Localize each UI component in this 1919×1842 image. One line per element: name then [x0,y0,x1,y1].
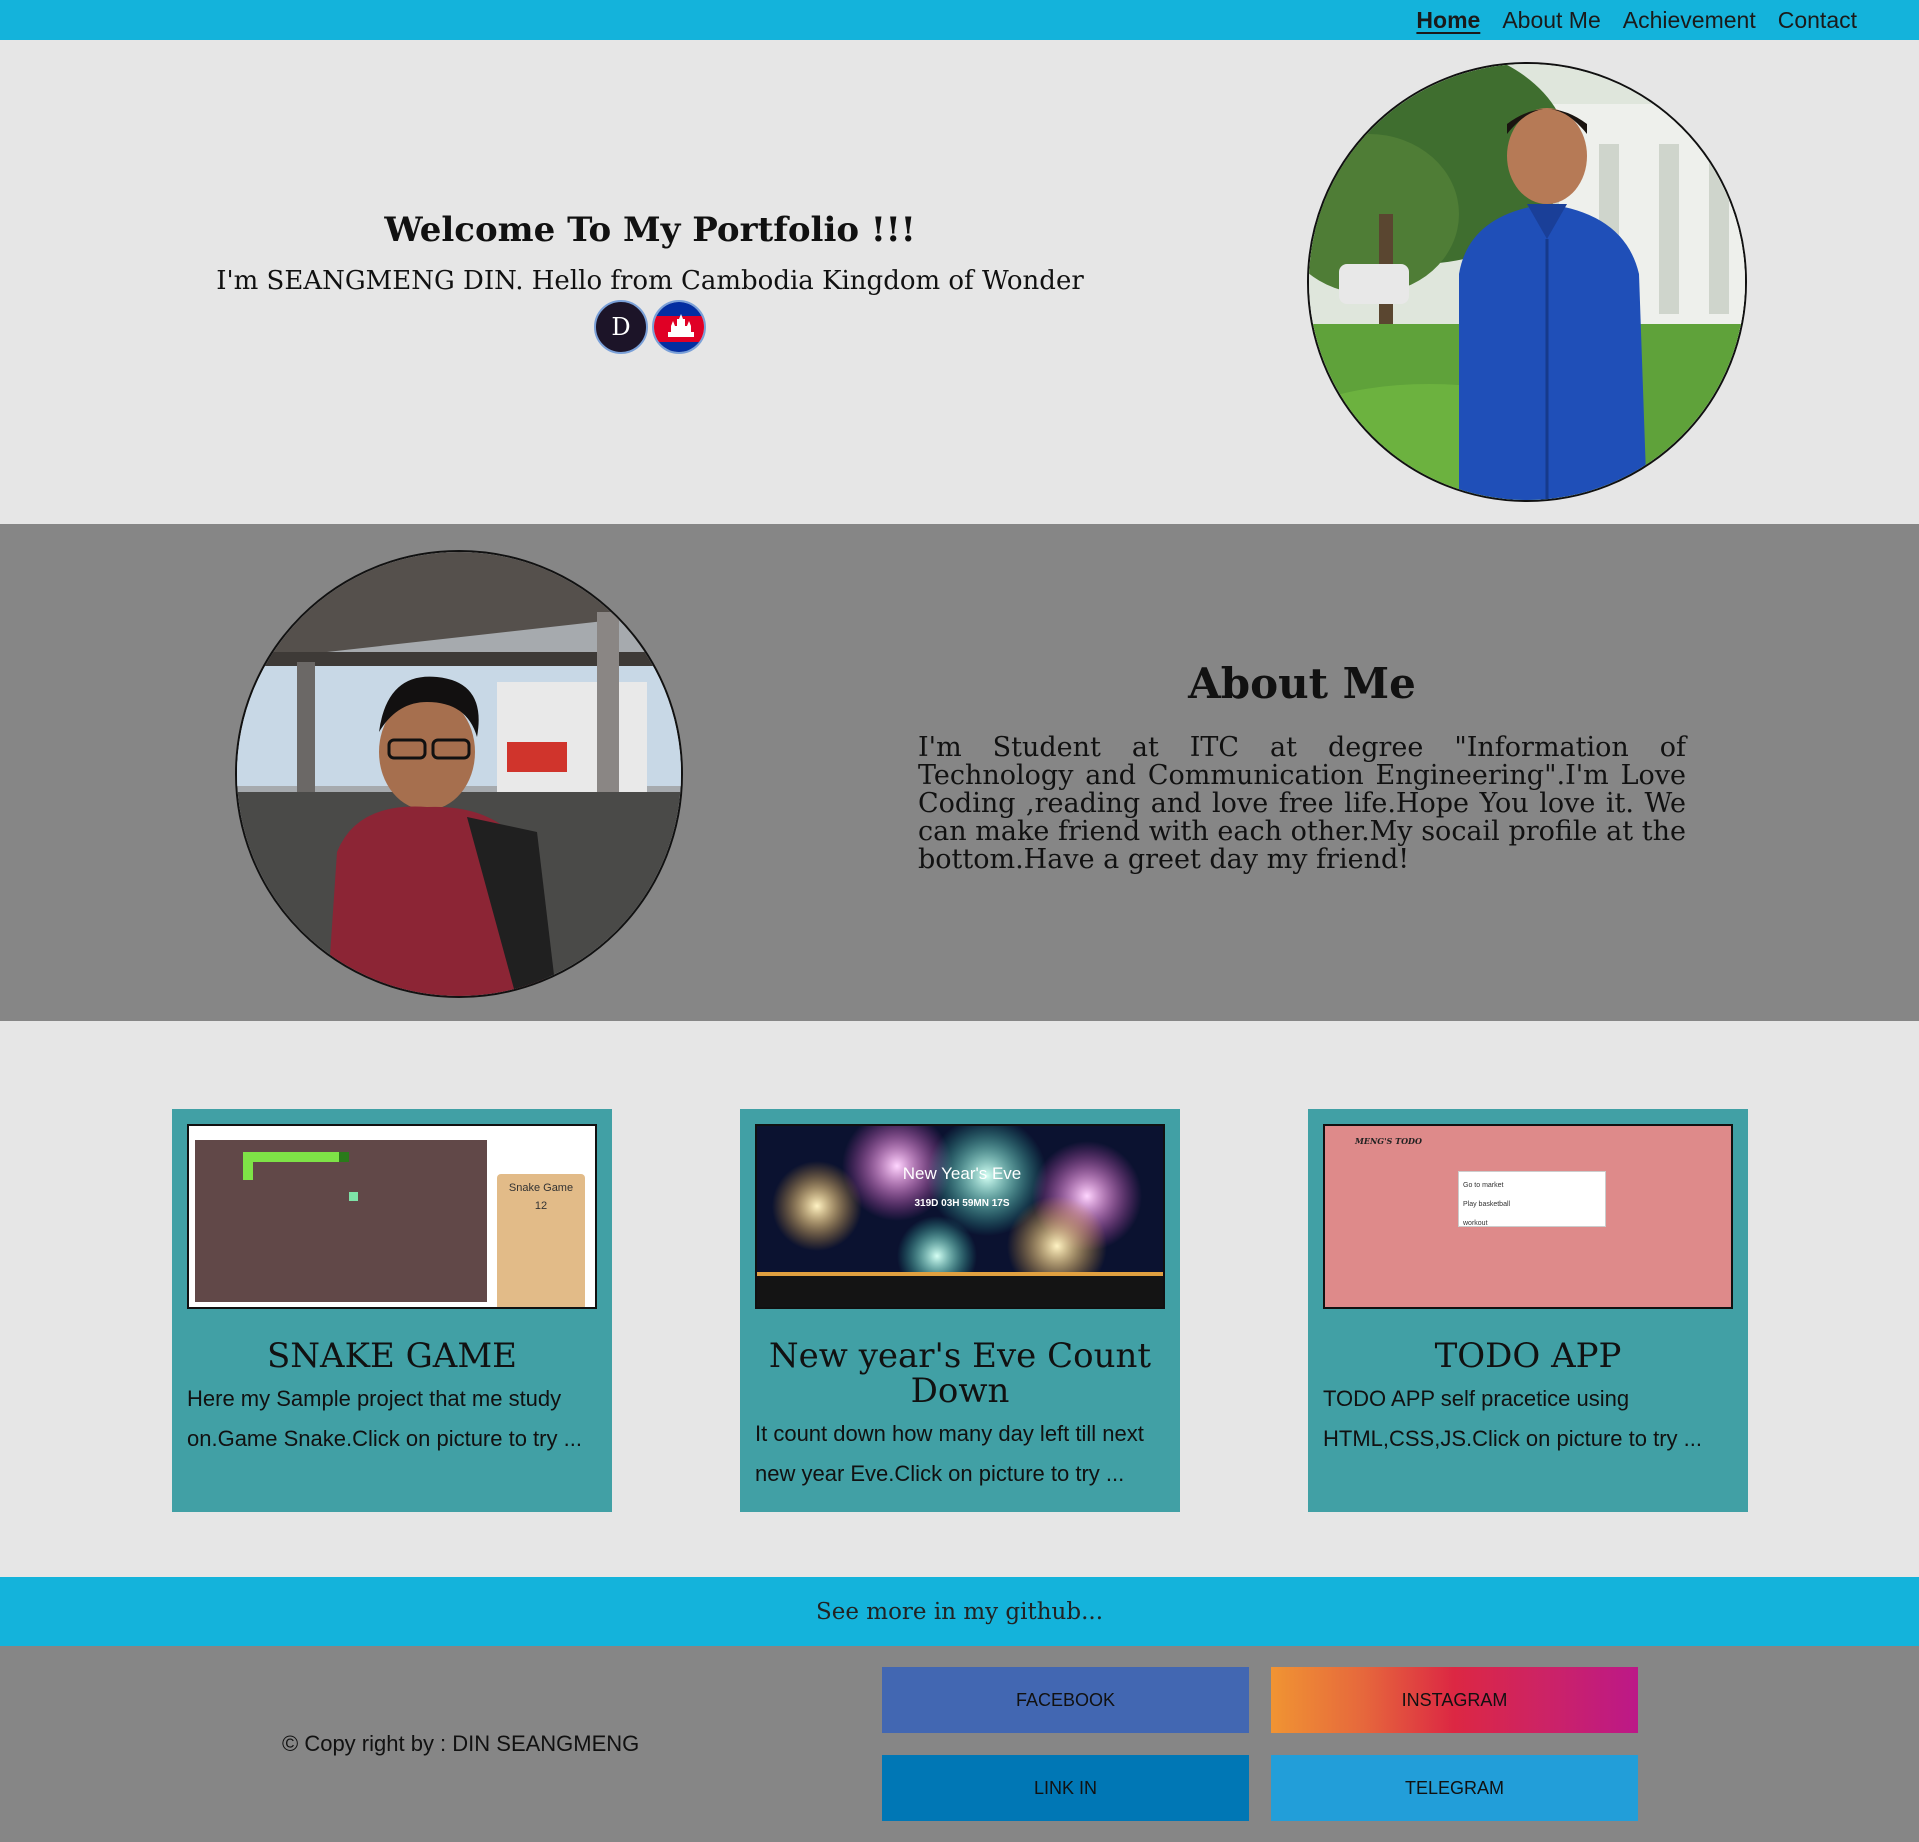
nav-about-me[interactable]: About Me [1502,7,1600,34]
project-desc-snake: Here my Sample project that me study on.… [187,1386,582,1451]
instagram-button[interactable]: INSTAGRAM [1271,1667,1638,1733]
project-title-todo: TODO APP [1434,1336,1622,1376]
hero-section: Welcome To My Portfolio !!! I'm SEANGMEN… [0,40,1919,524]
countdown-thumb-timer: 319D 03H 59MN 17S [914,1198,1010,1209]
todo-thumb-item: Play basketball [1463,1201,1511,1208]
project-desc-countdown: It count down how many day left till nex… [755,1421,1144,1486]
todo-thumb-label: MENG'S TODO [1355,1136,1422,1146]
github-link[interactable]: See more in my github... [816,1599,1103,1625]
project-title-snake: SNAKE GAME [267,1336,517,1376]
hero-subtitle: I'm SEANGMENG DIN. Hello from Cambodia K… [216,266,1084,296]
project-card-todo[interactable]: MENG'S TODO Go to market Play basketball… [1308,1109,1748,1512]
footer: © Copy right by : DIN SEANGMENG FACEBOOK… [0,1646,1919,1842]
todo-thumb-item: Go to market [1463,1182,1504,1189]
todo-thumbnail[interactable]: MENG'S TODO Go to market Play basketball… [1323,1124,1733,1309]
github-bar: See more in my github... [0,1577,1919,1646]
about-profile-photo [235,550,683,998]
hero-text: Welcome To My Portfolio !!! I'm SEANGMEN… [150,210,1150,354]
snake-thumb-label: Snake Game [508,1182,574,1194]
project-desc-todo: TODO APP self pracetice using HTML,CSS,J… [1323,1386,1702,1451]
todo-thumb-item: workout [1463,1220,1488,1227]
project-card-snake[interactable]: Snake Game 12 SNAKE GAME Here my Sample … [172,1109,612,1512]
copyright-text: © Copy right by : DIN SEANGMENG [282,1731,640,1756]
nav-contact[interactable]: Contact [1778,7,1857,34]
todo-thumb-list: Go to market Play basketball workout [1458,1171,1606,1227]
nav-links: Home About Me Achievement Contact [1416,0,1857,40]
cambodia-flag-icon [652,300,706,354]
telegram-button[interactable]: TELEGRAM [1271,1755,1638,1821]
nav-achievement[interactable]: Achievement [1623,7,1756,34]
projects-section: Snake Game 12 SNAKE GAME Here my Sample … [0,1021,1919,1577]
hero-profile-photo [1307,62,1747,502]
hero-title: Welcome To My Portfolio !!! [384,210,916,250]
nav-home[interactable]: Home [1416,7,1480,34]
about-text: I'm Student at ITC at degree "Informatio… [918,732,1686,875]
about-title: About Me [1188,659,1416,708]
snake-game-thumbnail[interactable]: Snake Game 12 [187,1124,597,1309]
countdown-thumb-label: New Year's Eve [902,1164,1022,1183]
hero-badges: D [150,300,1150,354]
about-section: About Me I'm Student at ITC at degree "I… [0,524,1919,1021]
project-title-countdown: New year's Eve Count Down [768,1336,1152,1411]
linkedin-button[interactable]: LINK IN [882,1755,1249,1821]
countdown-thumbnail[interactable]: New Year's Eve 319D 03H 59MN 17S [755,1124,1165,1309]
letter-badge: D [594,300,648,354]
snake-thumb-score: 12 [534,1200,548,1212]
project-card-countdown[interactable]: New Year's Eve 319D 03H 59MN 17S New yea… [740,1109,1180,1512]
facebook-button[interactable]: FACEBOOK [882,1667,1249,1733]
top-nav: Home About Me Achievement Contact [0,0,1919,40]
